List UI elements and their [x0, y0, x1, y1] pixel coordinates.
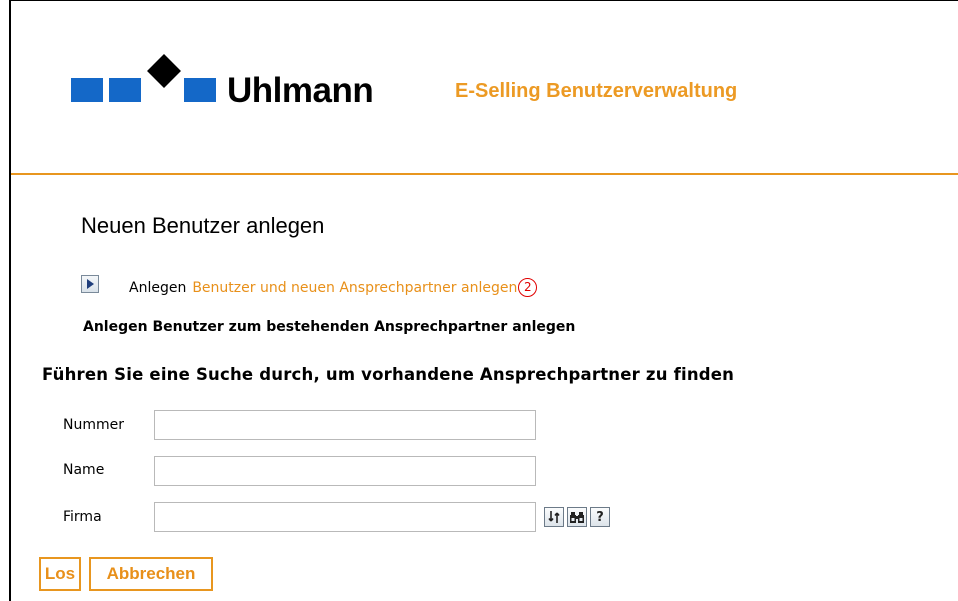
nummer-input[interactable] [154, 410, 536, 440]
create-existing-text: Anlegen Benutzer zum bestehenden Ansprec… [83, 319, 576, 335]
create-new-row: Anlegen Benutzer und neuen Ansprechpartne… [129, 278, 538, 297]
cancel-button[interactable]: Abbrechen [89, 557, 213, 591]
firma-input[interactable] [154, 502, 536, 532]
search-hint: Führen Sie eine Suche durch, um vorhande… [42, 365, 735, 384]
app-frame: Uhlmann E-Selling Benutzerverwaltung Neu… [9, 0, 958, 601]
go-button[interactable]: Los [39, 557, 81, 591]
name-input[interactable] [154, 456, 536, 486]
expand-button[interactable] [81, 275, 99, 293]
create-new-label: Anlegen [129, 280, 187, 296]
header: Uhlmann E-Selling Benutzerverwaltung [11, 1, 958, 173]
help-glyph: ? [596, 509, 604, 525]
brand-name: Uhlmann [227, 71, 374, 110]
logo-mark-icon [71, 54, 216, 102]
field-label-firma: Firma [63, 509, 102, 525]
annotation-marker: 2 [518, 278, 538, 297]
uhlmann-logo: Uhlmann [71, 53, 471, 113]
field-label-nummer: Nummer [63, 417, 124, 433]
page-title: Neuen Benutzer anlegen [81, 213, 325, 238]
create-user-and-contact-link[interactable]: Benutzer und neuen Ansprechpartner anleg… [192, 280, 517, 296]
binoculars-icon[interactable] [567, 507, 587, 527]
app-title: E-Selling Benutzerverwaltung [455, 80, 738, 102]
header-divider [11, 173, 958, 175]
help-icon[interactable]: ? [590, 507, 610, 527]
triangle-right-icon [87, 279, 94, 289]
refresh-icon[interactable] [544, 507, 564, 527]
field-label-name: Name [63, 462, 105, 478]
